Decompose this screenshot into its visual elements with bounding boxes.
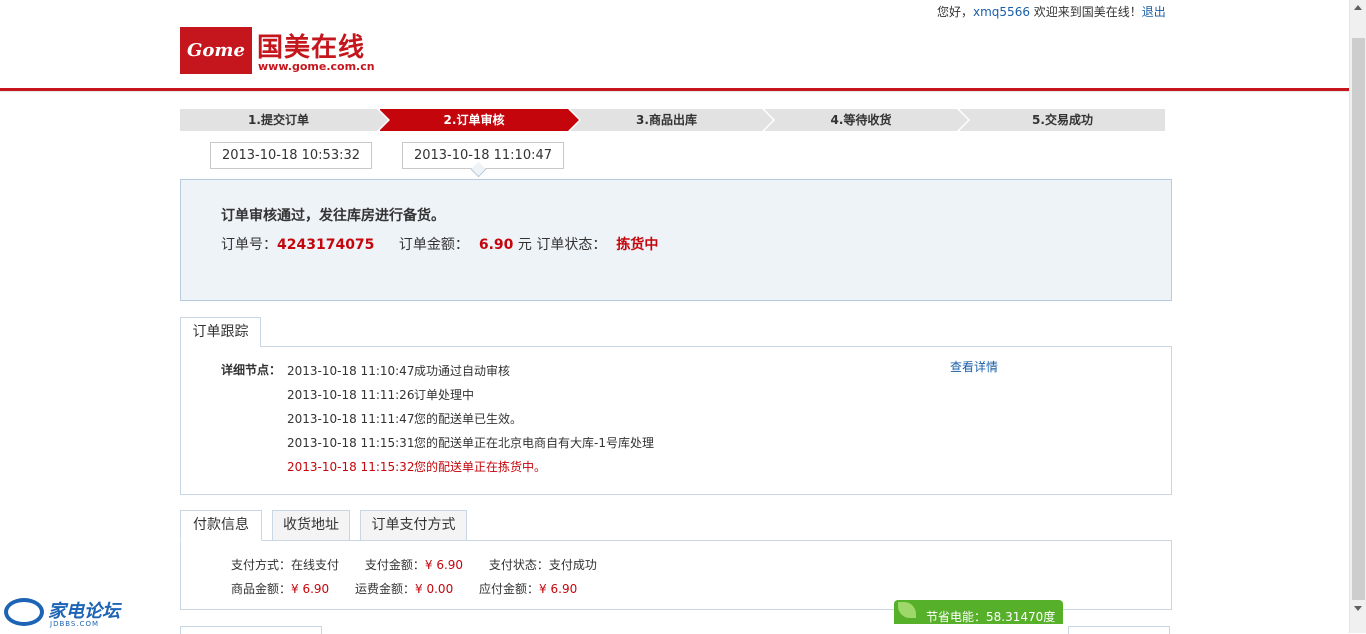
pointer-caret-icon (470, 161, 487, 178)
goods-amount: ¥ 6.90 (291, 582, 330, 596)
tab-order-tracking[interactable]: 订单跟踪 (180, 317, 261, 347)
paid-amount: ¥ 6.90 (424, 558, 464, 572)
step-order-review: 2.订单审核 (380, 109, 581, 131)
order-no-label: 订单号： (221, 237, 277, 253)
order-number: 4243174075 (277, 237, 375, 253)
step-label: 3.商品出库 (636, 113, 697, 127)
tab-shipping-address[interactable]: 收货地址 (272, 510, 350, 541)
node-label: 详细节点： (221, 363, 282, 377)
step-label: 5.交易成功 (1032, 113, 1093, 127)
tracking-list: 2013-10-18 11:10:47成功通过自动审核 2013-10-18 1… (287, 361, 654, 481)
energy-saving-badge: 节省电能：58.31470度 (894, 600, 1063, 624)
order-state-label: 订单状态： (536, 237, 607, 253)
tracking-row: 2013-10-18 11:10:47成功通过自动审核 (287, 364, 511, 378)
order-progress-steps: 1.提交订单 2.订单审核 3.商品出库 4.等待收货 5.交易成功 (180, 109, 1165, 131)
order-summary-line: 订单号：4243174075 订单金额： 6.90 元 订单状态： 拣货中 (221, 234, 658, 254)
payment-row-1: 支付方式：在线支付 支付金额：¥ 6.90 支付状态：支付成功 (231, 558, 597, 572)
site-logo[interactable]: Gome 国美在线 www.gome.com.cn (180, 27, 388, 74)
view-details-link[interactable]: 查看详情 (950, 358, 998, 375)
tracking-row-latest: 2013-10-18 11:15:32您的配送单正在拣货中。 (287, 460, 547, 474)
welcome-text: 欢迎来到国美在线！ (1029, 5, 1142, 19)
logout-link[interactable]: 退出 (1142, 5, 1166, 19)
freight-amount: ¥ 0.00 (415, 582, 454, 596)
status-title: 订单审核通过，发往库房进行备货。 (221, 208, 445, 224)
logo-url: www.gome.com.cn (258, 60, 375, 73)
order-amount-label: 订单金额： (398, 237, 469, 253)
scroll-down-icon[interactable] (1354, 606, 1362, 611)
step-goods-dispatch: 3.商品出库 (571, 109, 775, 131)
vertical-scrollbar[interactable] (1349, 0, 1366, 633)
step-submit-order: 1.提交订单 (180, 109, 390, 131)
step-time-review: 2013-10-18 11:10:47 (402, 142, 564, 178)
user-topbar: 您好，xmq5566 欢迎来到国美在线！退出 (937, 3, 1166, 20)
scrollbar-thumb[interactable] (1352, 38, 1365, 600)
logo-name-cn: 国美在线 (257, 33, 366, 63)
step-await-delivery: 4.等待收货 (765, 109, 970, 131)
tab-payment-info[interactable]: 付款信息 (180, 510, 262, 541)
scroll-up-icon[interactable] (1354, 5, 1362, 10)
gome-logo-mark: Gome (180, 27, 252, 74)
step-trade-success: 5.交易成功 (960, 109, 1165, 131)
due-amount: ¥ 6.90 (539, 582, 578, 596)
leaf-icon (898, 602, 916, 618)
username-link[interactable]: xmq5566 (973, 5, 1030, 19)
watermark-url: JDBBS.COM (50, 620, 100, 628)
energy-saving-text: 节省电能：58.31470度 (926, 610, 1056, 624)
order-status-panel: 订单审核通过，发往库房进行备货。 订单号：4243174075 订单金额： 6.9… (180, 179, 1172, 301)
order-state: 拣货中 (616, 237, 659, 253)
order-tracking-panel: 详细节点： 2013-10-18 11:10:47成功通过自动审核 2013-1… (180, 346, 1172, 495)
step-label: 4.等待收货 (830, 113, 892, 127)
order-amount: 6.90 (478, 237, 514, 253)
amount-unit: 元 (517, 237, 532, 253)
step-label: 2.订单审核 (443, 113, 505, 127)
greeting-text: 您好， (937, 5, 974, 19)
forum-logo-icon (4, 598, 44, 626)
pay-state: 支付成功 (548, 558, 597, 572)
tracking-row: 2013-10-18 11:11:47您的配送单已生效。 (287, 412, 523, 426)
tracking-row: 2013-10-18 11:15:31您的配送单正在北京电商自有大库-1号库处理 (287, 436, 654, 450)
step-label: 1.提交订单 (248, 113, 309, 127)
step-time-submit: 2013-10-18 10:53:32 (210, 142, 372, 169)
forum-watermark: 家电论坛 JDBBS.COM (4, 596, 129, 630)
payment-row-2: 商品金额：¥ 6.90 运费金额：¥ 0.00 应付金额：¥ 6.90 (231, 582, 578, 596)
tab-payment-method[interactable]: 订单支付方式 (360, 510, 467, 541)
pay-method: 在线支付 (291, 558, 340, 572)
tracking-row: 2013-10-18 11:11:26订单处理中 (287, 388, 475, 402)
